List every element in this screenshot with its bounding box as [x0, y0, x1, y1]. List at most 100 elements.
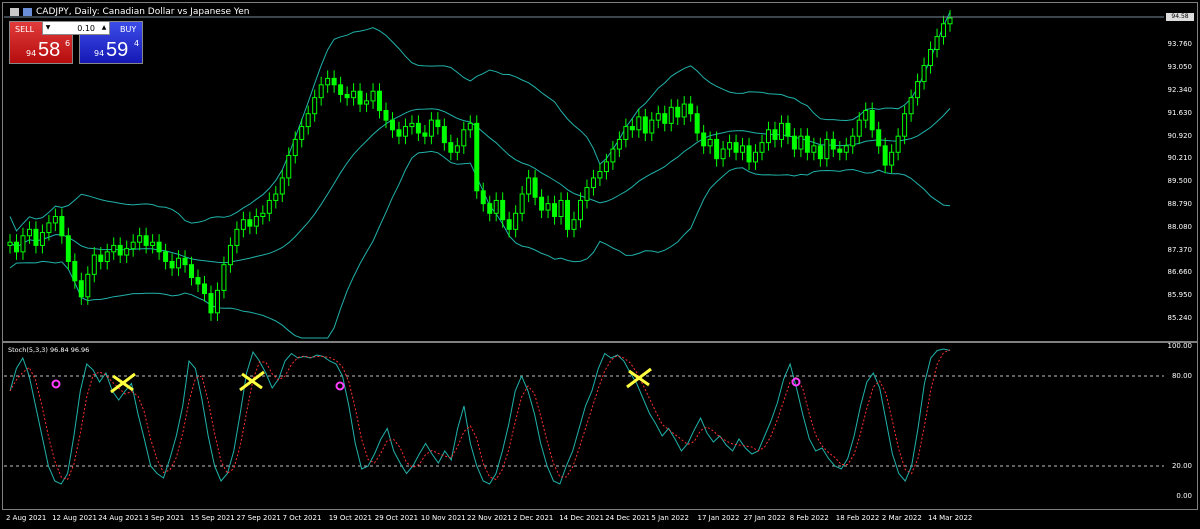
candle-body [616, 138, 622, 150]
candle-body [169, 260, 175, 269]
stochastic-axis-label: 0.00 [1176, 492, 1192, 500]
candle-body [377, 90, 383, 112]
candle-body [46, 222, 52, 234]
candle-body [655, 113, 661, 121]
candle-body [895, 135, 901, 153]
sell-price-prefix: 94 [26, 49, 37, 58]
chart-title: CADJPY, Daily: Canadian Dollar vs Japane… [10, 7, 249, 17]
candle-body [882, 145, 888, 166]
candle-body [214, 289, 220, 314]
candle-body [273, 193, 279, 201]
candle-body [370, 90, 376, 102]
sell-label: SELL [15, 25, 35, 34]
candle-body [240, 219, 246, 230]
price-axis-label: 88.080 [1167, 222, 1193, 231]
candle-body [143, 235, 149, 246]
candle-body [130, 241, 136, 250]
candle-body [902, 113, 908, 137]
time-axis-label: 15 Sep 2021 [190, 514, 235, 522]
candle-body [117, 244, 123, 256]
candle-body [526, 177, 532, 195]
candle-body [279, 177, 285, 195]
candle-body [286, 154, 292, 179]
candle-body [642, 116, 648, 134]
candle-body [513, 212, 519, 230]
candle-body [519, 193, 525, 214]
buy-price-prefix: 94 [94, 49, 105, 58]
buy-label: BUY [120, 25, 137, 34]
candle-body [552, 203, 558, 218]
candle-body [331, 77, 337, 86]
candle-body [208, 293, 214, 314]
candle-body [565, 199, 571, 230]
candle-body [584, 187, 590, 201]
lot-size-input[interactable] [55, 22, 95, 34]
candle-body [876, 129, 882, 147]
candle-body [260, 212, 266, 218]
chart-window-icon [10, 8, 19, 16]
candle-body [830, 138, 836, 150]
price-axis-label: 85.950 [1167, 291, 1193, 300]
time-axis-label: 3 Sep 2021 [144, 514, 185, 522]
candle-body [292, 138, 298, 156]
bollinger-middle [9, 108, 951, 264]
candle-body [422, 132, 428, 137]
price-axis-label: 93.760 [1167, 40, 1193, 49]
price-axis-label: 86.660 [1167, 268, 1193, 277]
time-axis-label: 24 Dec 2021 [605, 514, 651, 522]
candle-body [39, 232, 45, 246]
time-axis-label: 24 Aug 2021 [98, 514, 144, 522]
candle-body [325, 77, 331, 86]
candle-body [59, 216, 65, 237]
candle-body [189, 264, 195, 279]
candle-body [863, 110, 869, 121]
candle-body [714, 138, 720, 160]
candle-body [344, 93, 350, 99]
candle-body [791, 135, 797, 150]
candle-body [65, 235, 71, 262]
price-axis-label: 90.920 [1167, 131, 1193, 140]
candle-body [765, 129, 771, 144]
lot-size-stepper[interactable]: ▼ ▲ [42, 21, 110, 35]
candle-body [52, 216, 58, 224]
candle-body [798, 135, 804, 150]
candle-body [318, 84, 324, 99]
candle-body [435, 119, 441, 128]
candle-body [837, 148, 843, 153]
candle-body [409, 122, 415, 128]
candle-body [338, 84, 344, 95]
candle-body [98, 254, 104, 262]
candle-body [7, 241, 13, 246]
time-axis-label: 2 Dec 2021 [513, 514, 554, 522]
time-axis-label: 12 Aug 2021 [52, 514, 97, 522]
price-axis-label: 87.370 [1167, 245, 1193, 254]
candle-body [104, 251, 110, 262]
chart-window[interactable]: CADJPY, Daily: Canadian Dollar vs Japane… [0, 0, 1200, 529]
candle-body [934, 36, 940, 50]
candle-body [772, 129, 778, 140]
time-axis-label: 10 Nov 2021 [420, 514, 466, 522]
candle-body [649, 119, 655, 134]
time-axis-label: 19 Oct 2021 [328, 514, 372, 522]
candle-body [720, 148, 726, 160]
candle-body [610, 148, 616, 163]
lot-decrease-icon[interactable]: ▼ [43, 22, 53, 34]
candle-body [590, 177, 596, 189]
candle-body [124, 248, 130, 256]
candle-body [85, 273, 91, 298]
candle-body [195, 277, 201, 285]
candle-body [78, 280, 84, 298]
candle-body [493, 199, 499, 214]
chart-canvas[interactable] [0, 0, 1200, 529]
candle-body [182, 257, 188, 266]
lot-increase-icon[interactable]: ▲ [99, 22, 109, 34]
candle-body [253, 216, 259, 227]
buy-price-pips: 59 [106, 39, 129, 61]
candle-body [539, 196, 545, 211]
candle-body [428, 119, 434, 137]
candle-body [305, 113, 311, 128]
candle-body [364, 100, 370, 105]
candle-body [629, 126, 635, 131]
candle-body [156, 241, 162, 253]
candle-body [111, 244, 117, 253]
